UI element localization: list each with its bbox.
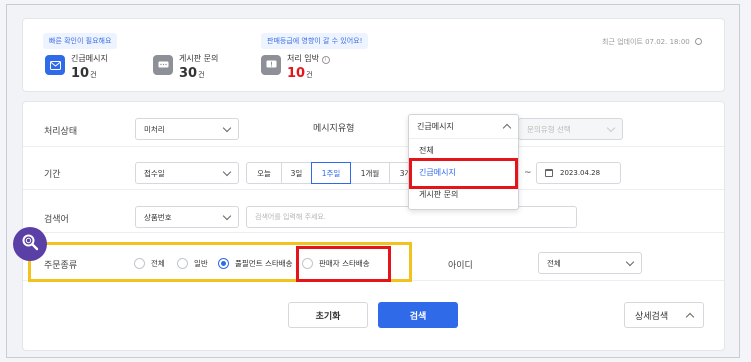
stat-label-text: 처리 임박 bbox=[287, 54, 319, 63]
chevron-down-icon bbox=[625, 257, 635, 266]
chevron-down-icon bbox=[222, 123, 232, 132]
chevron-down-icon bbox=[222, 211, 232, 220]
stat-number: 10 bbox=[71, 66, 90, 81]
calendar-icon bbox=[545, 169, 553, 177]
status-select-value: 미처리 bbox=[144, 124, 165, 134]
id-label: 아이디 bbox=[448, 261, 473, 271]
stat-board-inquiries[interactable]: 게시판 문의 30건 bbox=[153, 53, 218, 81]
date-separator: ~ bbox=[524, 168, 532, 178]
chat-icon bbox=[153, 55, 173, 75]
detail-search-button[interactable]: 상세검색 bbox=[624, 302, 704, 328]
search-button[interactable]: 검색 bbox=[378, 302, 458, 328]
dropdown-selected-value: 긴급메시지 bbox=[417, 122, 454, 131]
inquiry-type-placeholder: 문의유형 선택 bbox=[527, 124, 571, 134]
detail-search-label: 상세검색 bbox=[635, 311, 669, 322]
stat-imminent[interactable]: 처리 임박 i 10건 bbox=[261, 53, 330, 81]
stat-unit: 건 bbox=[198, 71, 205, 79]
last-updated: 최근 업데이트 07.02. 18:00 bbox=[602, 37, 702, 47]
period-type-value: 접수일 bbox=[144, 168, 165, 178]
period-3days-button[interactable]: 3일 bbox=[281, 162, 312, 184]
status-select[interactable]: 미처리 bbox=[135, 118, 239, 140]
chevron-up-icon bbox=[685, 312, 695, 321]
info-icon[interactable]: i bbox=[321, 56, 330, 64]
stat-unit: 건 bbox=[90, 71, 97, 79]
period-1week-button[interactable]: 1주일 bbox=[311, 162, 351, 184]
period-today-button[interactable]: 오늘 bbox=[246, 162, 282, 184]
stat-label: 처리 임박 i bbox=[287, 53, 330, 64]
end-date-field[interactable]: 2023.04.28 bbox=[536, 162, 621, 184]
alert-icon bbox=[261, 55, 281, 75]
period-label: 기간 bbox=[44, 170, 61, 180]
stat-label: 긴급메시지 bbox=[71, 54, 108, 63]
end-date-value: 2023.04.28 bbox=[560, 169, 601, 177]
row-divider bbox=[23, 189, 724, 190]
inquiry-type-select[interactable]: 문의유형 선택 bbox=[518, 118, 623, 140]
stat-value: 30건 bbox=[179, 66, 218, 81]
keyword-placeholder: 검색어를 입력해 주세요. bbox=[255, 213, 327, 221]
grade-warning-badge: 판매등급에 영향이 갈 수 있어요! bbox=[261, 33, 369, 49]
chevron-down-icon bbox=[222, 167, 232, 176]
reset-button[interactable]: 초기화 bbox=[288, 302, 368, 328]
stat-unit: 건 bbox=[306, 71, 313, 79]
stat-label: 게시판 문의 bbox=[179, 54, 219, 63]
stat-value: 10건 bbox=[287, 66, 330, 81]
id-select[interactable]: 전체 bbox=[538, 252, 642, 274]
zoom-button[interactable] bbox=[13, 227, 47, 261]
stat-number: 30 bbox=[179, 66, 198, 81]
clock-icon bbox=[695, 38, 702, 45]
magnifier-icon bbox=[21, 233, 39, 255]
period-1month-button[interactable]: 1개월 bbox=[350, 162, 390, 184]
keyword-type-value: 상품번호 bbox=[144, 212, 172, 222]
row-divider bbox=[23, 146, 724, 147]
row-divider bbox=[23, 232, 724, 233]
keyword-label: 검색어 bbox=[44, 215, 69, 225]
seller-radio-highlight bbox=[296, 246, 391, 282]
message-type-label: 메시지유형 bbox=[313, 124, 355, 134]
quick-check-badge: 빠른 확인이 필요해요 bbox=[43, 33, 118, 49]
status-label: 처리상태 bbox=[44, 127, 78, 137]
chevron-down-icon bbox=[606, 123, 616, 132]
id-select-value: 전체 bbox=[547, 258, 561, 268]
message-type-select[interactable]: 긴급메시지 bbox=[409, 115, 518, 139]
stat-urgent-messages[interactable]: 긴급메시지 10건 bbox=[45, 53, 108, 81]
stat-value: 10건 bbox=[71, 66, 108, 81]
mail-icon bbox=[45, 55, 65, 75]
chevron-up-icon bbox=[502, 123, 512, 133]
keyword-type-select[interactable]: 상품번호 bbox=[135, 206, 239, 228]
stat-number: 10 bbox=[287, 66, 306, 81]
summary-card: 빠른 확인이 필요해요 판매등급에 영향이 갈 수 있어요! 최근 업데이트 0… bbox=[22, 18, 725, 92]
urgent-option-highlight bbox=[409, 158, 518, 189]
last-updated-text: 최근 업데이트 07.02. 18:00 bbox=[602, 38, 690, 46]
period-type-select[interactable]: 접수일 bbox=[135, 162, 239, 184]
